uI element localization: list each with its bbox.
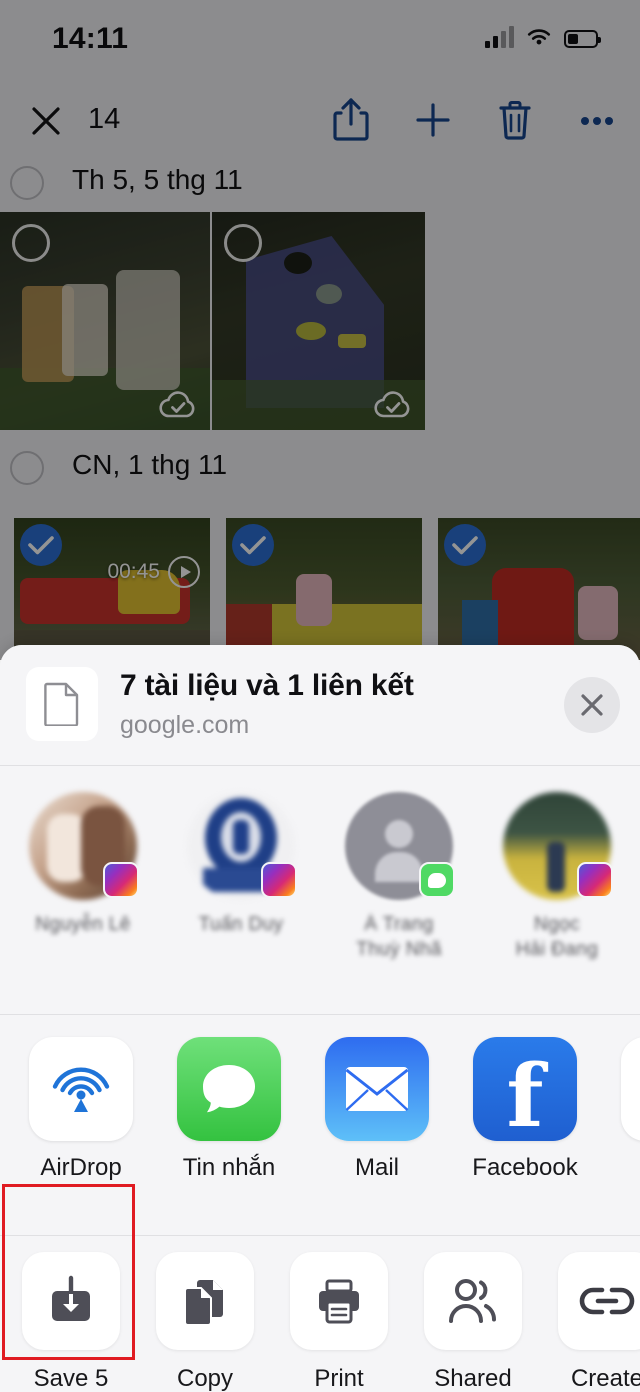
selected-count-label: 14: [88, 103, 121, 135]
link-icon: [558, 1252, 640, 1350]
photo-row: 00:45: [0, 518, 640, 660]
photos-app-background: 14:11 14 Th 5, 5 thg 11 CN, 1 thg 11 00:…: [0, 0, 640, 660]
action-save-images[interactable]: Save 5 Images: [14, 1252, 128, 1392]
share-app-label: Facebook: [472, 1154, 578, 1181]
action-create-link[interactable]: Create link: [550, 1252, 640, 1392]
contact-suggestion[interactable]: Nguyễn Lê: [26, 792, 140, 937]
photos-toolbar-actions: [330, 97, 618, 143]
status-bar: 14:11: [0, 0, 640, 78]
action-print[interactable]: Print: [282, 1252, 396, 1392]
date-label: Th 5, 5 thg 11: [72, 164, 243, 195]
share-apps-row: AirDrop Tin nhắn Mail f Facebook: [0, 1015, 640, 1236]
more-dots-icon[interactable]: [576, 97, 618, 143]
play-icon: [168, 556, 200, 588]
save-image-icon: [22, 1252, 120, 1350]
photo-thumbnail[interactable]: [0, 212, 210, 430]
battery-icon: [564, 30, 601, 48]
select-all-circle-icon[interactable]: [10, 166, 44, 200]
cloud-icon: [159, 391, 195, 418]
share-app-label: Tin nhắn: [182, 1154, 276, 1181]
photo-selected-checkmark-icon[interactable]: [444, 524, 486, 566]
video-duration-label: 00:45: [107, 560, 160, 583]
document-icon: [26, 667, 98, 741]
printer-icon: [290, 1252, 388, 1350]
action-label: Print: [314, 1365, 364, 1392]
status-bar-time: 14:11: [52, 22, 129, 55]
share-sheet-subtitle: google.com: [120, 711, 250, 739]
photos-toolbar: 14: [0, 85, 640, 163]
share-sheet: 7 tài liệu và 1 liên kết google.com Nguy…: [0, 645, 640, 1392]
facebook-icon: f: [473, 1037, 577, 1141]
share-app-mail[interactable]: Mail: [322, 1037, 432, 1182]
copy-icon: [156, 1252, 254, 1350]
contact-suggestion[interactable]: Tuấn Duy: [184, 792, 298, 937]
status-bar-indicators: [485, 26, 601, 48]
contact-name: Ngọc Hải Đang: [515, 914, 599, 960]
select-all-circle-icon[interactable]: [10, 451, 44, 485]
mail-icon: [325, 1037, 429, 1141]
contact-name: Á Trang Thuỳ Nhã: [356, 914, 442, 960]
share-app-messenger[interactable]: Me: [618, 1037, 640, 1182]
close-icon[interactable]: [564, 677, 620, 733]
photo-thumbnail[interactable]: [438, 518, 640, 660]
share-app-label: Mail: [354, 1154, 399, 1181]
photo-selected-checkmark-icon[interactable]: [20, 524, 62, 566]
messages-badge-icon: [419, 862, 455, 898]
photo-selected-checkmark-icon[interactable]: [232, 524, 274, 566]
date-label: CN, 1 thg 11: [72, 449, 228, 480]
instagram-badge-icon: [261, 862, 297, 898]
action-shared-album[interactable]: Shared album: [416, 1252, 530, 1392]
trash-icon[interactable]: [494, 97, 536, 143]
share-app-facebook[interactable]: f Facebook: [470, 1037, 580, 1182]
plus-icon[interactable]: [412, 97, 454, 143]
action-label: Shared album: [434, 1365, 512, 1392]
instagram-badge-icon: [103, 862, 139, 898]
cellular-signal-icon: [485, 26, 514, 48]
contact-name: Tuấn Duy: [198, 914, 284, 935]
instagram-badge-icon: [577, 862, 613, 898]
action-label: Create link: [570, 1365, 640, 1392]
contact-suggestion[interactable]: Ngọc Hải Đang: [500, 792, 614, 962]
share-icon[interactable]: [330, 97, 372, 143]
photo-thumbnail[interactable]: 00:45: [14, 518, 210, 660]
photo-select-circle-icon[interactable]: [224, 224, 262, 262]
photo-thumbnail[interactable]: [212, 212, 425, 430]
airdrop-icon: [29, 1037, 133, 1141]
contact-suggestion[interactable]: Á Trang Thuỳ Nhã: [342, 792, 456, 962]
action-label: Save 5 Images: [33, 1365, 109, 1392]
messages-icon: [177, 1037, 281, 1141]
photo-thumbnail[interactable]: [226, 518, 422, 660]
messenger-icon: [621, 1037, 640, 1141]
share-app-label: Me: [618, 1154, 640, 1182]
close-icon[interactable]: [30, 105, 62, 137]
phone-screen: 14:11 14 Th 5, 5 thg 11 CN, 1 thg 11 00:…: [0, 0, 640, 1392]
photo-date-header[interactable]: Th 5, 5 thg 11: [0, 160, 640, 212]
share-actions-row: Save 5 Images Copy: [0, 1236, 640, 1392]
video-duration-badge: 00:45: [107, 556, 200, 588]
photo-select-circle-icon[interactable]: [12, 224, 50, 262]
share-app-airdrop[interactable]: AirDrop: [26, 1037, 136, 1182]
share-app-label: AirDrop: [40, 1154, 122, 1181]
suggested-contacts-row: Nguyễn Lê Tuấn Duy Á Trang Thuỳ Nhã Ngọc…: [0, 766, 640, 1015]
shared-album-icon: [424, 1252, 522, 1350]
wifi-icon: [527, 29, 551, 45]
contact-name: Nguyễn Lê: [35, 914, 131, 935]
share-sheet-title: 7 tài liệu và 1 liên kết: [120, 669, 414, 702]
photo-row: [0, 212, 640, 430]
share-app-messages[interactable]: Tin nhắn: [174, 1037, 284, 1182]
share-sheet-header: 7 tài liệu và 1 liên kết google.com: [0, 645, 640, 766]
action-label: Copy: [176, 1365, 234, 1392]
photo-date-header[interactable]: CN, 1 thg 11: [0, 445, 640, 497]
action-copy[interactable]: Copy: [148, 1252, 262, 1392]
cloud-icon: [374, 391, 410, 418]
